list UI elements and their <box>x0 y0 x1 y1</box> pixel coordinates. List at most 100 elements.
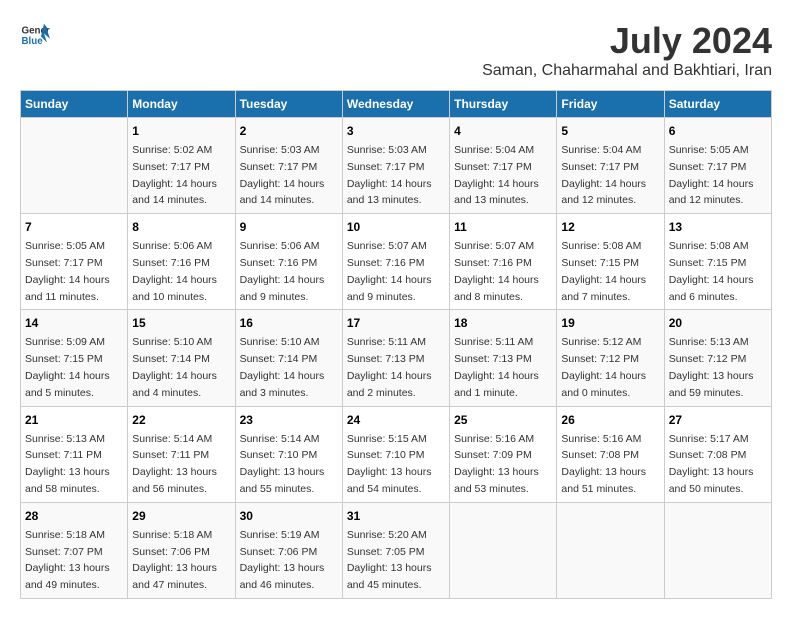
day-number: 6 <box>669 122 767 140</box>
day-number: 11 <box>454 218 552 236</box>
calendar-cell: 28Sunrise: 5:18 AM Sunset: 7:07 PM Dayli… <box>21 502 128 598</box>
day-number: 9 <box>240 218 338 236</box>
calendar-cell: 27Sunrise: 5:17 AM Sunset: 7:08 PM Dayli… <box>664 406 771 502</box>
calendar-cell: 25Sunrise: 5:16 AM Sunset: 7:09 PM Dayli… <box>450 406 557 502</box>
day-info: Sunrise: 5:18 AM Sunset: 7:07 PM Dayligh… <box>25 527 123 594</box>
calendar-cell: 10 Sunrise: 5:07 AM Sunset: 7:16 PM Dayli… <box>342 214 449 310</box>
day-number: 30 <box>240 507 338 525</box>
logo-icon: General Blue <box>20 20 50 50</box>
calendar-cell: 19Sunrise: 5:12 AM Sunset: 7:12 PM Dayli… <box>557 310 664 406</box>
title-area: July 2024 Saman, Chaharmahal and Bakhtia… <box>482 20 772 80</box>
weekday-header: Sunday <box>21 91 128 118</box>
day-info: Sunrise: 5:05 AM Sunset: 7:17 PM Dayligh… <box>669 142 767 209</box>
day-number: 17 <box>347 314 445 332</box>
day-info: Sunrise: 5:10 AM Sunset: 7:14 PM Dayligh… <box>240 334 338 401</box>
day-number: 31 <box>347 507 445 525</box>
location-title: Saman, Chaharmahal and Bakhtiari, Iran <box>482 62 772 80</box>
weekday-header: Saturday <box>664 91 771 118</box>
calendar-cell: 6 Sunrise: 5:05 AM Sunset: 7:17 PM Daylig… <box>664 118 771 214</box>
day-number: 23 <box>240 411 338 429</box>
day-number: 13 <box>669 218 767 236</box>
calendar-cell <box>450 502 557 598</box>
calendar-cell: 20 Sunrise: 5:13 AM Sunset: 7:12 PM Dayli… <box>664 310 771 406</box>
day-info: Sunrise: 5:11 AM Sunset: 7:13 PM Dayligh… <box>347 334 445 401</box>
day-number: 15 <box>132 314 230 332</box>
day-info: Sunrise: 5:03 AM Sunset: 7:17 PM Dayligh… <box>347 142 445 209</box>
day-number: 10 <box>347 218 445 236</box>
calendar-week-row: 14 Sunrise: 5:09 AM Sunset: 7:15 PM Dayli… <box>21 310 772 406</box>
day-info: Sunrise: 5:14 AM Sunset: 7:11 PM Dayligh… <box>132 431 230 498</box>
calendar-cell: 31 Sunrise: 5:20 AM Sunset: 7:05 PM Dayli… <box>342 502 449 598</box>
day-number: 29 <box>132 507 230 525</box>
calendar-week-row: 7Sunrise: 5:05 AM Sunset: 7:17 PM Daylig… <box>21 214 772 310</box>
calendar-week-row: 21Sunrise: 5:13 AM Sunset: 7:11 PM Dayli… <box>21 406 772 502</box>
calendar-cell: 5 Sunrise: 5:04 AM Sunset: 7:17 PM Daylig… <box>557 118 664 214</box>
day-number: 5 <box>561 122 659 140</box>
calendar-cell: 23 Sunrise: 5:14 AM Sunset: 7:10 PM Dayli… <box>235 406 342 502</box>
calendar-cell: 14 Sunrise: 5:09 AM Sunset: 7:15 PM Dayli… <box>21 310 128 406</box>
day-number: 2 <box>240 122 338 140</box>
calendar-cell: 13Sunrise: 5:08 AM Sunset: 7:15 PM Dayli… <box>664 214 771 310</box>
day-info: Sunrise: 5:19 AM Sunset: 7:06 PM Dayligh… <box>240 527 338 594</box>
day-info: Sunrise: 5:13 AM Sunset: 7:11 PM Dayligh… <box>25 431 123 498</box>
weekday-header: Thursday <box>450 91 557 118</box>
day-info: Sunrise: 5:11 AM Sunset: 7:13 PM Dayligh… <box>454 334 552 401</box>
calendar-cell: 16 Sunrise: 5:10 AM Sunset: 7:14 PM Dayli… <box>235 310 342 406</box>
logo: General Blue <box>20 20 52 50</box>
day-number: 24 <box>347 411 445 429</box>
calendar-cell <box>21 118 128 214</box>
day-number: 14 <box>25 314 123 332</box>
day-number: 18 <box>454 314 552 332</box>
day-info: Sunrise: 5:09 AM Sunset: 7:15 PM Dayligh… <box>25 334 123 401</box>
calendar-week-row: 1Sunrise: 5:02 AM Sunset: 7:17 PM Daylig… <box>21 118 772 214</box>
day-number: 26 <box>561 411 659 429</box>
day-info: Sunrise: 5:04 AM Sunset: 7:17 PM Dayligh… <box>454 142 552 209</box>
day-number: 22 <box>132 411 230 429</box>
calendar-body: 1Sunrise: 5:02 AM Sunset: 7:17 PM Daylig… <box>21 118 772 599</box>
weekday-header: Monday <box>128 91 235 118</box>
calendar-cell: 26Sunrise: 5:16 AM Sunset: 7:08 PM Dayli… <box>557 406 664 502</box>
weekday-header: Tuesday <box>235 91 342 118</box>
day-info: Sunrise: 5:12 AM Sunset: 7:12 PM Dayligh… <box>561 334 659 401</box>
calendar-cell: 8Sunrise: 5:06 AM Sunset: 7:16 PM Daylig… <box>128 214 235 310</box>
day-info: Sunrise: 5:04 AM Sunset: 7:17 PM Dayligh… <box>561 142 659 209</box>
calendar-cell: 4Sunrise: 5:04 AM Sunset: 7:17 PM Daylig… <box>450 118 557 214</box>
day-info: Sunrise: 5:13 AM Sunset: 7:12 PM Dayligh… <box>669 334 767 401</box>
calendar-cell: 9Sunrise: 5:06 AM Sunset: 7:16 PM Daylig… <box>235 214 342 310</box>
calendar-cell <box>557 502 664 598</box>
calendar-cell: 3 Sunrise: 5:03 AM Sunset: 7:17 PM Daylig… <box>342 118 449 214</box>
day-info: Sunrise: 5:18 AM Sunset: 7:06 PM Dayligh… <box>132 527 230 594</box>
day-info: Sunrise: 5:15 AM Sunset: 7:10 PM Dayligh… <box>347 431 445 498</box>
svg-text:Blue: Blue <box>22 36 44 47</box>
day-number: 3 <box>347 122 445 140</box>
day-info: Sunrise: 5:07 AM Sunset: 7:16 PM Dayligh… <box>347 238 445 305</box>
day-info: Sunrise: 5:06 AM Sunset: 7:16 PM Dayligh… <box>132 238 230 305</box>
day-info: Sunrise: 5:14 AM Sunset: 7:10 PM Dayligh… <box>240 431 338 498</box>
calendar-cell: 29 Sunrise: 5:18 AM Sunset: 7:06 PM Dayli… <box>128 502 235 598</box>
calendar-cell: 22 Sunrise: 5:14 AM Sunset: 7:11 PM Dayli… <box>128 406 235 502</box>
calendar-table: SundayMondayTuesdayWednesdayThursdayFrid… <box>20 90 772 599</box>
calendar-cell: 11 Sunrise: 5:07 AM Sunset: 7:16 PM Dayli… <box>450 214 557 310</box>
day-info: Sunrise: 5:16 AM Sunset: 7:09 PM Dayligh… <box>454 431 552 498</box>
month-title: July 2024 <box>482 20 772 62</box>
calendar-week-row: 28Sunrise: 5:18 AM Sunset: 7:07 PM Dayli… <box>21 502 772 598</box>
calendar-cell: 15Sunrise: 5:10 AM Sunset: 7:14 PM Dayli… <box>128 310 235 406</box>
day-info: Sunrise: 5:08 AM Sunset: 7:15 PM Dayligh… <box>561 238 659 305</box>
calendar-cell: 24 Sunrise: 5:15 AM Sunset: 7:10 PM Dayli… <box>342 406 449 502</box>
day-info: Sunrise: 5:03 AM Sunset: 7:17 PM Dayligh… <box>240 142 338 209</box>
header: General Blue July 2024 Saman, Chaharmaha… <box>20 20 772 80</box>
day-number: 16 <box>240 314 338 332</box>
day-number: 12 <box>561 218 659 236</box>
day-info: Sunrise: 5:20 AM Sunset: 7:05 PM Dayligh… <box>347 527 445 594</box>
day-number: 20 <box>669 314 767 332</box>
day-info: Sunrise: 5:07 AM Sunset: 7:16 PM Dayligh… <box>454 238 552 305</box>
weekday-header: Wednesday <box>342 91 449 118</box>
calendar-cell: 17 Sunrise: 5:11 AM Sunset: 7:13 PM Dayli… <box>342 310 449 406</box>
calendar-cell: 7Sunrise: 5:05 AM Sunset: 7:17 PM Daylig… <box>21 214 128 310</box>
calendar-cell: 21Sunrise: 5:13 AM Sunset: 7:11 PM Dayli… <box>21 406 128 502</box>
weekday-header: Friday <box>557 91 664 118</box>
day-info: Sunrise: 5:17 AM Sunset: 7:08 PM Dayligh… <box>669 431 767 498</box>
calendar-cell <box>664 502 771 598</box>
day-info: Sunrise: 5:05 AM Sunset: 7:17 PM Dayligh… <box>25 238 123 305</box>
day-info: Sunrise: 5:02 AM Sunset: 7:17 PM Dayligh… <box>132 142 230 209</box>
